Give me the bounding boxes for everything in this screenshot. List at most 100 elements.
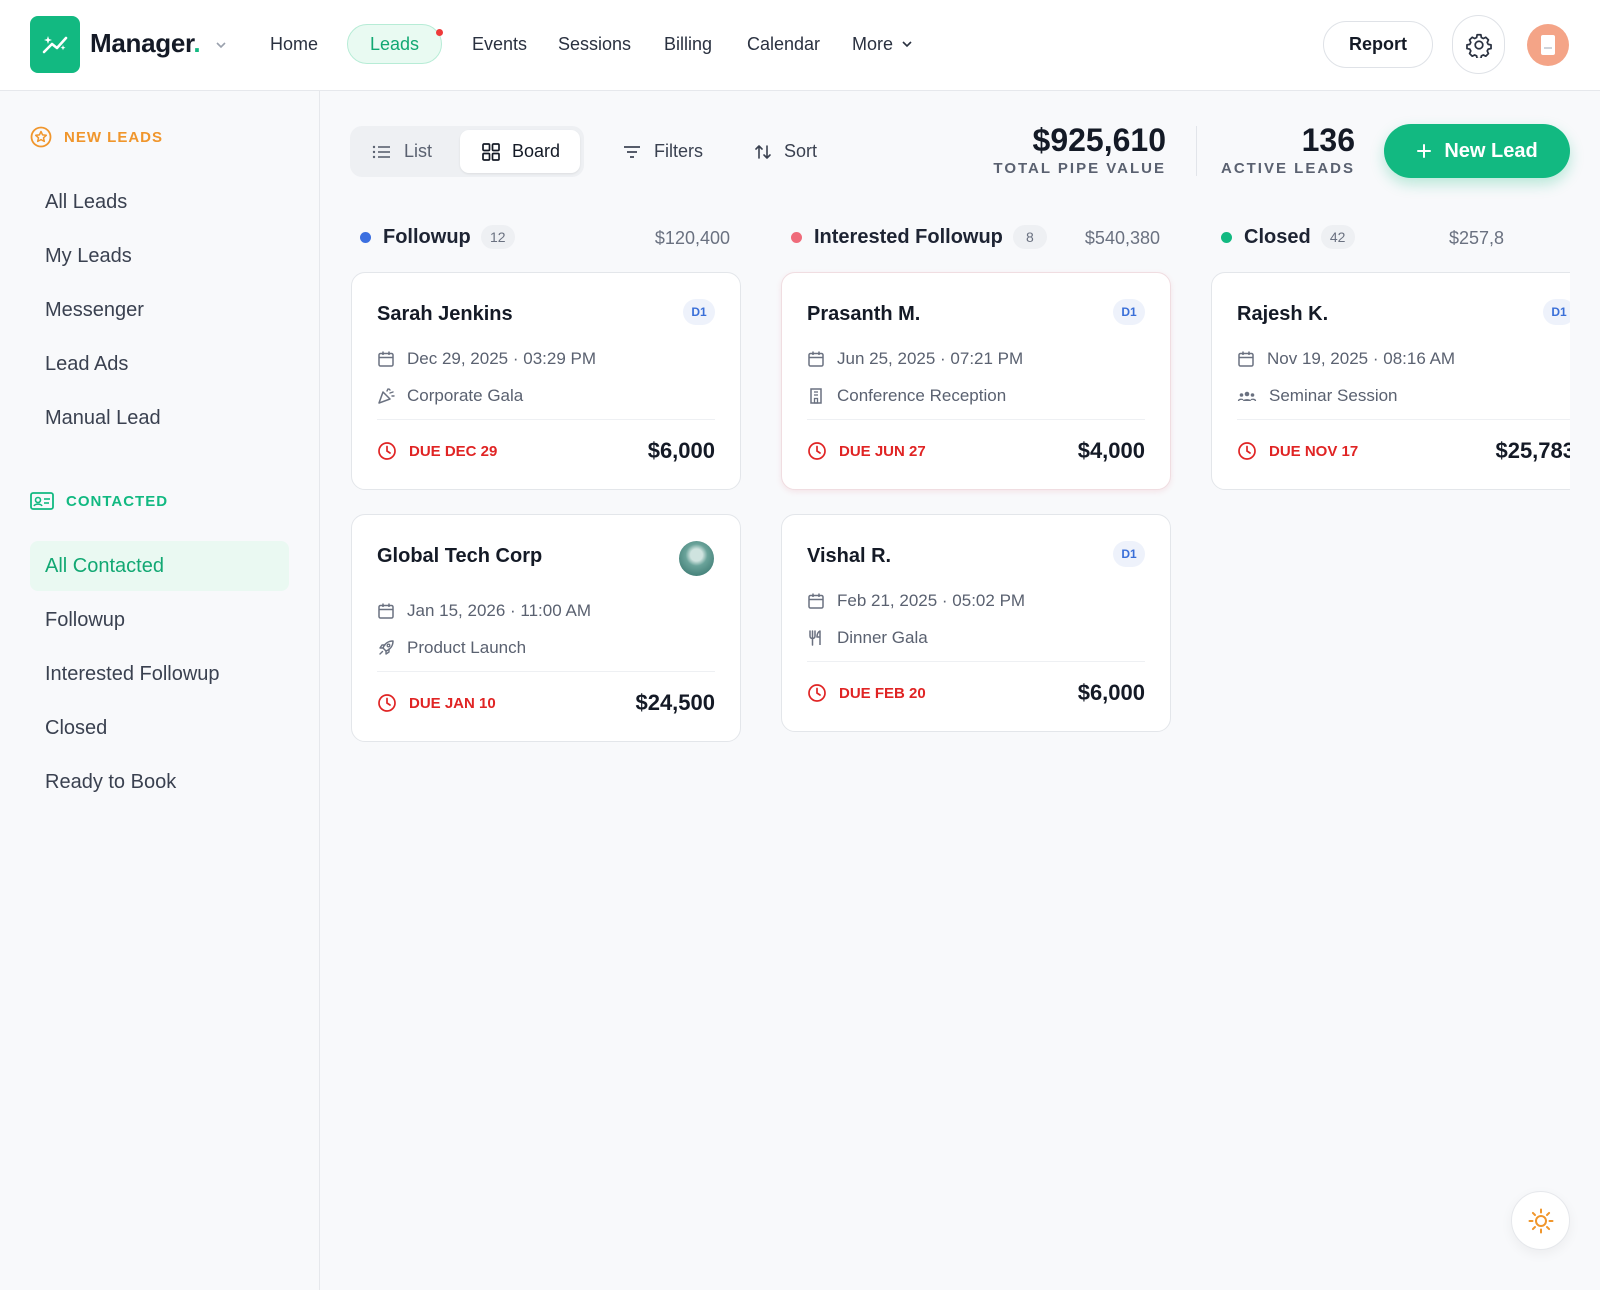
- sidebar-item-manual-lead[interactable]: Manual Lead: [30, 393, 289, 443]
- total-pipe-value-stat: $925,610 TOTAL PIPE VALUE: [960, 122, 1166, 177]
- lead-event: Seminar Session: [1237, 386, 1398, 406]
- due-date: DUE JAN 10: [377, 693, 496, 713]
- logo-icon[interactable]: [30, 16, 80, 73]
- view-board-label: Board: [512, 141, 561, 161]
- column-value: $120,400: [654, 228, 730, 248]
- user-avatar[interactable]: [1527, 24, 1569, 66]
- nav-leads[interactable]: Leads: [347, 24, 443, 64]
- sidebar: NEW LEADS All Leads My Leads Messenger L…: [0, 91, 320, 1290]
- active-leads-label: ACTIVE LEADS: [1220, 160, 1355, 177]
- sun-icon: [1528, 1208, 1553, 1233]
- sidebar-item-lead-ads[interactable]: Lead Ads: [30, 339, 289, 389]
- view-list-button[interactable]: List: [372, 130, 452, 173]
- lead-event-text: Conference Reception: [837, 386, 1007, 405]
- lead-event-text: Product Launch: [407, 638, 527, 657]
- due-date-text: DUE NOV 17: [1269, 442, 1359, 460]
- tier-badge: D1: [683, 299, 715, 325]
- due-date-text: DUE JUN 27: [839, 442, 926, 460]
- lead-card[interactable]: Rajesh K. D1 Nov 19, 2025 · 08:16 AM Sem…: [1211, 272, 1570, 490]
- clock-icon: [378, 442, 396, 460]
- nav-calendar[interactable]: Calendar: [747, 24, 820, 64]
- nav-more-label: More: [852, 33, 894, 54]
- view-list-label: List: [404, 141, 433, 161]
- sidebar-item-interested-followup[interactable]: Interested Followup: [30, 649, 289, 699]
- grid-icon: [482, 142, 500, 161]
- sort-icon: [755, 144, 771, 159]
- nav-home[interactable]: Home: [270, 24, 318, 64]
- tier-badge: D1: [1113, 299, 1145, 325]
- sidebar-item-closed[interactable]: Closed: [30, 703, 289, 753]
- total-pipe-label: TOTAL PIPE VALUE: [993, 160, 1166, 177]
- nav-events[interactable]: Events: [472, 24, 527, 64]
- sidebar-item-all-contacted[interactable]: All Contacted: [30, 541, 289, 591]
- top-header: Manager. Home Leads Events Sessions Bill…: [0, 0, 1600, 91]
- sidebar-item-messenger[interactable]: Messenger: [30, 285, 289, 335]
- clock-icon: [378, 694, 396, 712]
- lead-card[interactable]: Sarah Jenkins D1 Dec 29, 2025 · 03:29 PM…: [351, 272, 741, 490]
- lead-name: Global Tech Corp: [377, 545, 543, 567]
- clock-icon: [808, 684, 826, 702]
- plus-icon: [1417, 144, 1432, 158]
- nav-billing[interactable]: Billing: [664, 24, 712, 64]
- due-date: DUE JUN 27: [807, 441, 926, 461]
- status-dot: [360, 231, 371, 243]
- new-lead-button[interactable]: New Lead: [1384, 124, 1570, 178]
- column-count-badge: 12: [480, 225, 515, 249]
- lead-date-text: Dec 29, 2025 · 03:29 PM: [407, 349, 597, 368]
- stat-divider: [1196, 126, 1197, 176]
- sidebar-item-all-leads[interactable]: All Leads: [30, 177, 289, 227]
- due-date-text: DUE JAN 10: [409, 694, 496, 712]
- contacted-heading: CONTACTED: [30, 491, 168, 511]
- lead-name: Rajesh K.: [1237, 303, 1329, 325]
- calendar-icon: [1238, 351, 1254, 367]
- users-icon: [1237, 391, 1257, 402]
- column-value: $257,8: [1449, 228, 1505, 248]
- lead-amount: $6,000: [647, 438, 715, 463]
- sort-button[interactable]: Sort: [754, 138, 817, 165]
- column-count-badge: 42: [1320, 225, 1355, 249]
- calendar-icon: [378, 351, 394, 367]
- sidebar-item-followup[interactable]: Followup: [30, 595, 289, 645]
- filters-button[interactable]: Filters: [622, 138, 703, 165]
- sidebar-item-ready-to-book[interactable]: Ready to Book: [30, 757, 289, 807]
- lead-amount: $6,000: [1077, 680, 1145, 705]
- theme-toggle-button[interactable]: [1511, 1191, 1570, 1250]
- due-date-text: DUE DEC 29: [409, 442, 498, 460]
- list-icon: [372, 145, 390, 158]
- new-leads-heading: NEW LEADS: [30, 126, 163, 148]
- clock-icon: [808, 442, 826, 460]
- column-title: Closed: [1244, 225, 1311, 248]
- nav-leads-label: Leads: [369, 33, 420, 54]
- calendar-icon: [378, 603, 394, 619]
- card-divider: [807, 661, 1145, 662]
- report-button[interactable]: Report: [1323, 21, 1433, 68]
- lead-name: Sarah Jenkins: [377, 303, 513, 325]
- due-date: DUE DEC 29: [377, 441, 497, 461]
- lead-date: Jan 15, 2026 · 11:00 AM: [377, 601, 591, 621]
- chevron-down-icon[interactable]: [214, 38, 228, 52]
- status-dot: [1221, 231, 1232, 243]
- star-badge-icon: [30, 126, 52, 148]
- new-lead-label: New Lead: [1444, 139, 1538, 162]
- lead-card[interactable]: Global Tech Corp Jan 15, 2026 · 11:00 AM…: [351, 514, 741, 742]
- view-board-button[interactable]: Board: [460, 130, 580, 173]
- lead-event: Dinner Gala: [807, 628, 928, 648]
- column-title: Followup: [383, 225, 471, 248]
- nav-more[interactable]: More: [852, 24, 913, 64]
- rocket-icon: [379, 640, 394, 655]
- nav-sessions[interactable]: Sessions: [558, 24, 631, 64]
- sidebar-item-my-leads[interactable]: My Leads: [30, 231, 289, 281]
- lead-amount: $24,500: [635, 690, 715, 715]
- lead-date-text: Feb 21, 2025 · 05:02 PM: [837, 591, 1026, 610]
- filter-icon: [624, 145, 640, 158]
- view-toggle: List Board: [350, 126, 584, 177]
- total-pipe-value: $925,610: [1032, 122, 1166, 158]
- contacted-heading-label: CONTACTED: [66, 492, 169, 510]
- lead-name: Prasanth M.: [807, 303, 921, 325]
- column-header-interested-followup: Interested Followup 8: [791, 222, 1047, 252]
- lead-card[interactable]: Vishal R. D1 Feb 21, 2025 · 05:02 PM Din…: [781, 514, 1171, 732]
- lead-card[interactable]: Prasanth M. D1 Jun 25, 2025 · 07:21 PM C…: [781, 272, 1171, 490]
- due-date: DUE FEB 20: [807, 683, 926, 703]
- settings-button[interactable]: [1452, 15, 1505, 74]
- active-leads-stat: 136 ACTIVE LEADS: [1210, 122, 1355, 177]
